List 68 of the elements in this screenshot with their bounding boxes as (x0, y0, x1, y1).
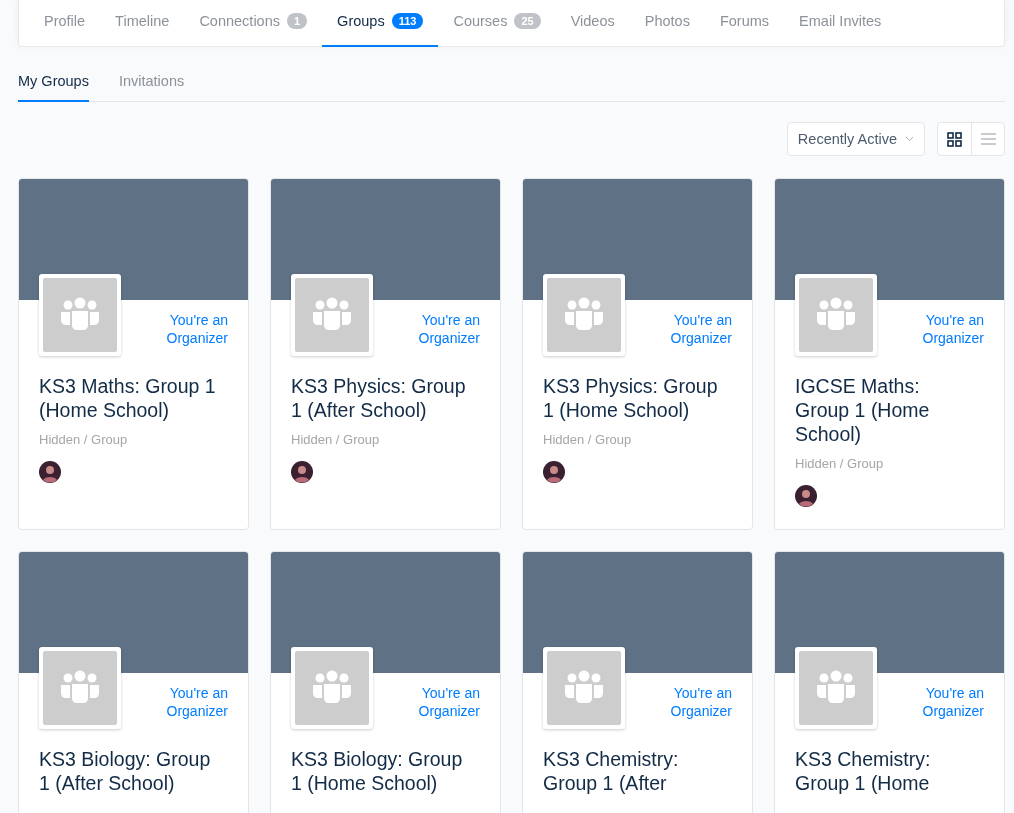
role-link[interactable]: You're an Organizer (642, 684, 732, 720)
profile-tab[interactable]: Videos (555, 0, 630, 47)
group-avatar[interactable] (39, 647, 121, 729)
grid-icon (947, 131, 962, 147)
profile-tab[interactable]: Forums (704, 0, 785, 47)
profile-tab[interactable]: Groups 113 (322, 0, 439, 47)
profile-tab[interactable]: Email Invites (784, 0, 897, 47)
group-title[interactable]: KS3 Physics: Group 1 (After School) (271, 374, 500, 422)
role-link[interactable]: You're an Organizer (390, 311, 480, 347)
tab-label: Courses (453, 12, 508, 29)
group-title[interactable]: KS3 Chemistry: Group 1 (Home (775, 747, 1004, 795)
group-title[interactable]: KS3 Physics: Group 1 (Home School) (523, 374, 752, 422)
role-link[interactable]: You're an Organizer (642, 311, 732, 347)
count-badge: 113 (391, 12, 424, 29)
role-link[interactable]: You're an Organizer (390, 684, 480, 720)
group-meta: Hidden / Group (290, 432, 381, 447)
profile-tab[interactable]: Timeline (100, 0, 185, 47)
group-avatar[interactable] (543, 274, 625, 356)
group-meta: Hidden / Group (542, 432, 633, 447)
group-title[interactable]: KS3 Chemistry: Group 1 (After (523, 747, 752, 795)
count-badge: 25 (514, 12, 541, 29)
tab-label: Videos (570, 12, 615, 29)
profile-tab[interactable]: Profile (29, 0, 101, 47)
member-avatar[interactable] (291, 461, 313, 483)
profile-tab[interactable]: Photos (629, 0, 705, 47)
sort-value: Recently Active (797, 131, 897, 147)
group-icon (311, 670, 353, 706)
group-avatar[interactable] (39, 274, 121, 356)
group-avatar[interactable] (795, 647, 877, 729)
role-link[interactable]: You're an Organizer (894, 311, 984, 347)
role-link[interactable]: You're an Organizer (138, 684, 228, 720)
group-icon (563, 670, 605, 706)
group-icon (563, 297, 605, 333)
group-avatar[interactable] (291, 274, 373, 356)
group-avatar[interactable] (795, 274, 877, 356)
tab-label: Groups (337, 12, 385, 29)
tab-label: Photos (644, 12, 690, 29)
group-icon (311, 297, 353, 333)
group-meta: Hidden / Group (38, 432, 129, 447)
tab-label: Email Invites (799, 12, 882, 29)
group-title[interactable]: KS3 Maths: Group 1 (Home School) (19, 374, 248, 422)
group-title[interactable]: KS3 Biology: Group 1 (Home School) (271, 747, 500, 795)
group-title[interactable]: KS3 Biology: Group 1 (After School) (19, 747, 248, 795)
group-avatar[interactable] (291, 647, 373, 729)
sub-tab[interactable]: My Groups (18, 61, 89, 102)
profile-tab[interactable]: Courses 25 (438, 0, 556, 47)
group-icon (59, 670, 101, 706)
tab-label: Forums (719, 12, 770, 29)
member-avatar[interactable] (543, 461, 565, 483)
tab-label: Connections (199, 12, 280, 29)
count-badge: 1 (287, 12, 308, 29)
member-avatar[interactable] (795, 485, 817, 507)
list-icon (980, 133, 996, 145)
profile-tab[interactable]: Connections 1 (184, 0, 323, 47)
group-icon (59, 297, 101, 333)
role-link[interactable]: You're an Organizer (894, 684, 984, 720)
tab-label: Profile (44, 12, 86, 29)
group-icon (815, 670, 857, 706)
group-title[interactable]: IGCSE Maths: Group 1 (Home School) (775, 374, 1004, 446)
sub-tab[interactable]: Invitations (118, 61, 185, 102)
group-meta: Hidden / Group (794, 456, 885, 471)
chevron-down-icon (905, 136, 914, 142)
tab-label: Timeline (115, 12, 170, 29)
sort-dropdown[interactable]: Recently Active (786, 122, 925, 156)
role-link[interactable]: You're an Organizer (138, 311, 228, 347)
member-avatar[interactable] (39, 461, 61, 483)
group-avatar[interactable] (543, 647, 625, 729)
group-icon (815, 297, 857, 333)
